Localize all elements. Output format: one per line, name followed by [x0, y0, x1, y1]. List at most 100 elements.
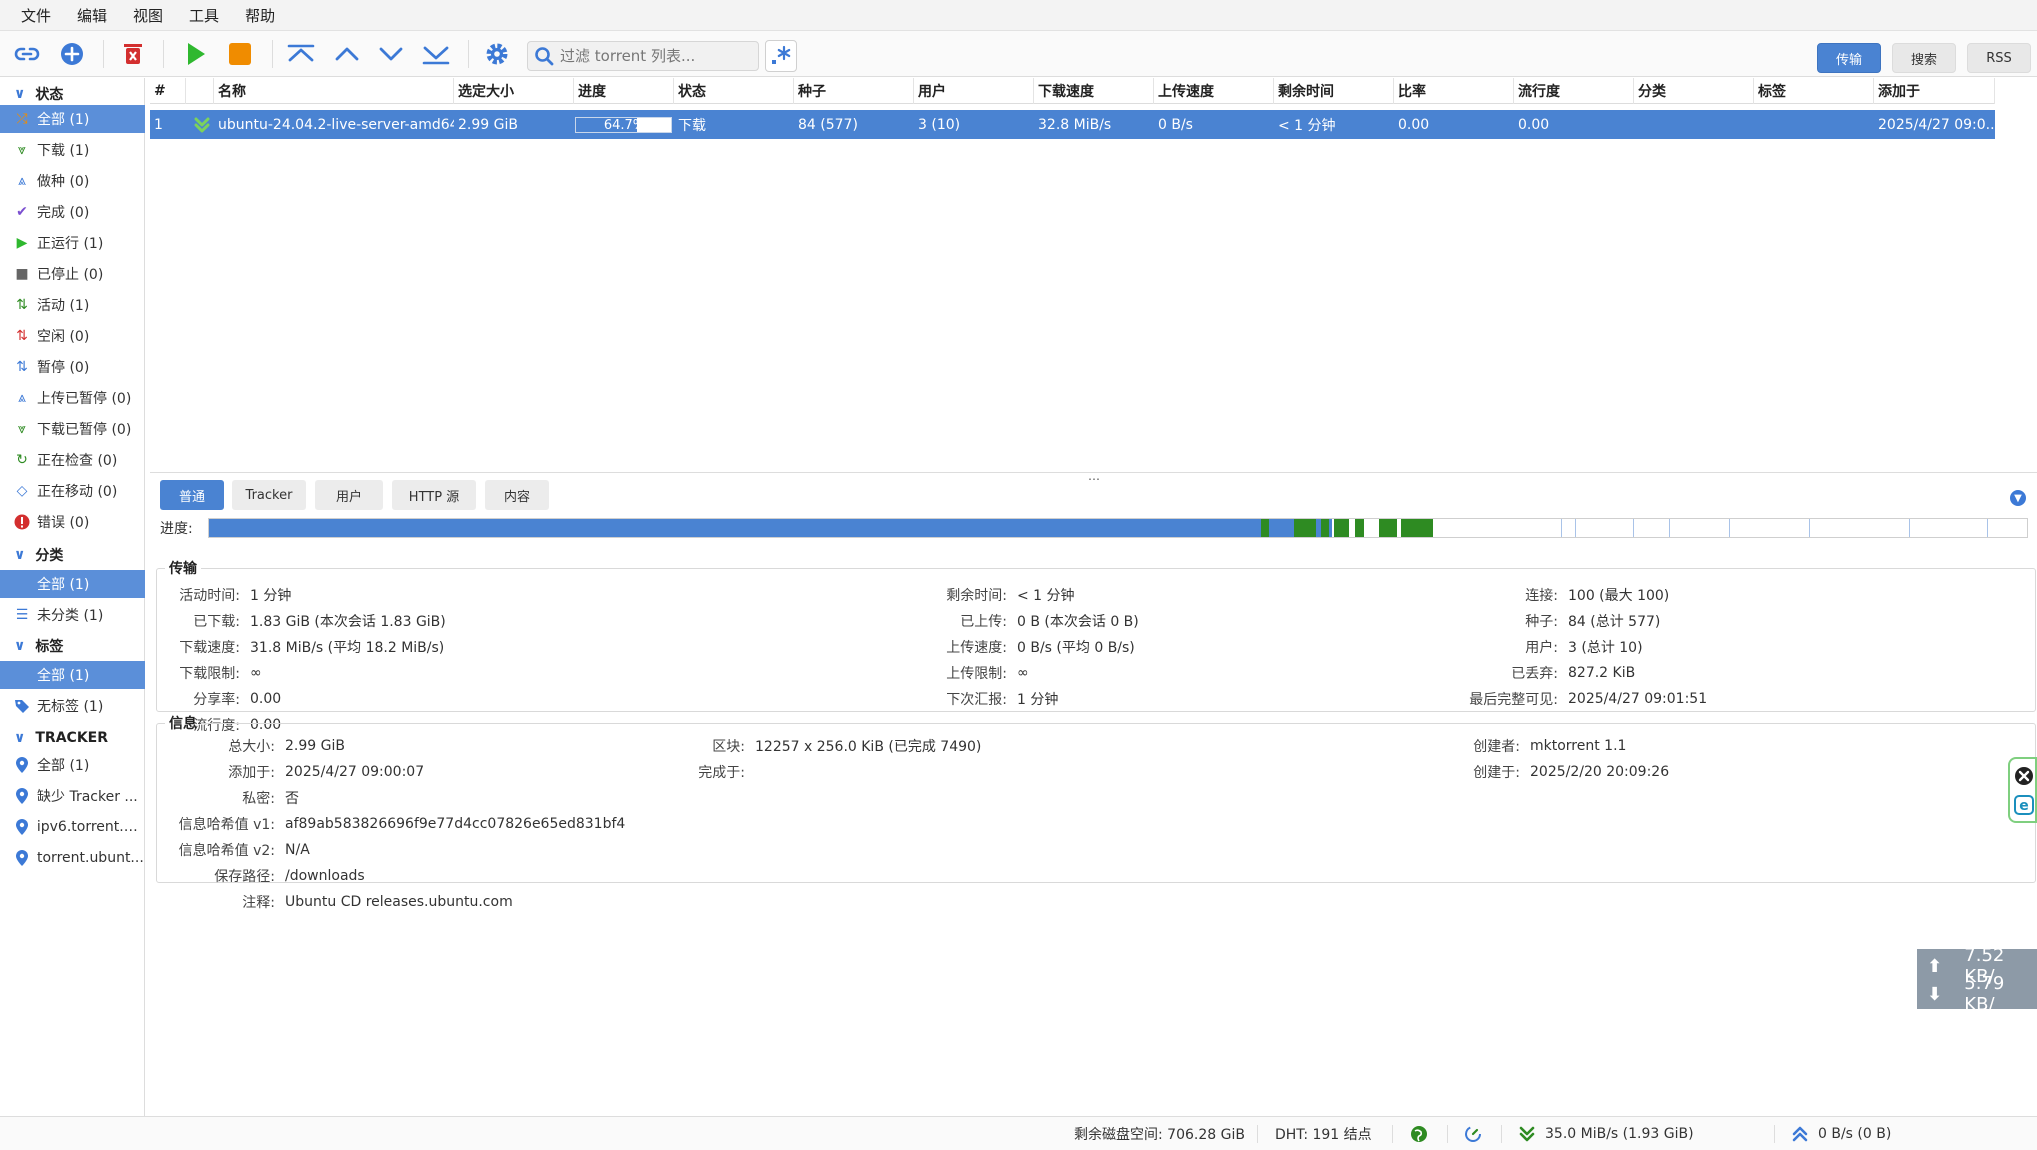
piece-segment: [1809, 519, 1810, 537]
sidebar-category-all[interactable]: 全部 (1): [0, 570, 145, 598]
category-header[interactable]: ∨ 分类: [0, 542, 145, 568]
info-col1-value: N/A: [285, 842, 310, 858]
sidebar-status-download-paused[interactable]: ⩔ 下载已暂停 (0): [0, 415, 145, 443]
col-ratio[interactable]: 比率: [1394, 78, 1514, 104]
info-col1-label: 保存路径:: [214, 869, 275, 885]
downloading-icon: [190, 110, 214, 139]
resume-button[interactable]: [178, 38, 212, 70]
menu-view[interactable]: 视图: [120, 5, 176, 26]
menu-edit[interactable]: 编辑: [64, 5, 120, 26]
col-status[interactable]: 状态: [674, 78, 794, 104]
sidebar-status-stopped[interactable]: ■ 已停止 (0): [0, 260, 145, 288]
sidebar-status-upload-paused[interactable]: ⩓ 上传已暂停 (0): [0, 384, 145, 412]
col-ul-speed[interactable]: 上传速度: [1154, 78, 1274, 104]
add-link-button[interactable]: [10, 38, 44, 70]
col-added[interactable]: 添加于: [1874, 78, 1995, 104]
col-dl-speed[interactable]: 下载速度: [1034, 78, 1154, 104]
close-icon[interactable]: [2014, 766, 2034, 786]
tab-http-sources[interactable]: HTTP 源: [392, 480, 476, 510]
check-icon: ✔: [16, 204, 28, 220]
tab-peers[interactable]: 用户: [315, 480, 383, 510]
stop-square-icon: [229, 43, 251, 65]
col-name[interactable]: 名称: [214, 78, 454, 104]
sidebar-tag-all[interactable]: 全部 (1): [0, 661, 145, 689]
tag-header[interactable]: ∨ 标签: [0, 633, 145, 659]
col-size[interactable]: 选定大小: [454, 78, 574, 104]
sidebar-tracker-ubuntu[interactable]: torrent.ubunt...: [0, 844, 145, 872]
refresh-icon: ↻: [16, 452, 28, 468]
tab-rss[interactable]: RSS: [1967, 43, 2031, 73]
info-col2-value: 12257 x 256.0 KiB (已完成 7490): [755, 739, 982, 755]
col-tags[interactable]: 标签: [1754, 78, 1874, 104]
tracker-header[interactable]: ∨ TRACKER: [0, 725, 145, 751]
status-header[interactable]: ∨ 状态: [0, 81, 145, 107]
add-torrent-button[interactable]: [55, 38, 89, 70]
tab-trackers[interactable]: Tracker: [232, 480, 306, 510]
collapse-panel-button[interactable]: ▼: [2010, 490, 2026, 506]
col-popularity[interactable]: 流行度: [1514, 78, 1634, 104]
transfer-col2-value: 0 B (本次会话 0 B): [1017, 614, 1139, 630]
sidebar-status-errored[interactable]: 错误 (0): [0, 508, 145, 536]
transfer-col3-value: 100 (最大 100): [1568, 588, 1670, 604]
col-seeds[interactable]: 种子: [794, 78, 914, 104]
overlay-download-row: ⬇ 5.79 KB/: [1917, 973, 2037, 1015]
col-eta[interactable]: 剩余时间: [1274, 78, 1394, 104]
tab-content[interactable]: 内容: [485, 480, 549, 510]
menu-help[interactable]: 帮助: [232, 5, 288, 26]
sidebar-status-running[interactable]: ▶ 正运行 (1): [0, 229, 145, 257]
menu-tools[interactable]: 工具: [176, 5, 232, 26]
piece-segment: [209, 519, 1333, 537]
updown-paused-icon: ⇅: [16, 359, 28, 375]
sidebar-tracker-missing[interactable]: 缺少 Tracker ...: [0, 782, 145, 810]
sidebar-status-completed[interactable]: ✔ 完成 (0): [0, 198, 145, 226]
info-col2-label: 完成于:: [698, 765, 745, 781]
download-stats: 35.0 MiB/s (1.93 GiB): [1519, 1117, 1694, 1150]
sidebar-tag-untagged[interactable]: 无标签 (1): [0, 692, 145, 720]
upload-paused-icon: ⩓: [18, 390, 26, 406]
upload-speed-total: 0 B/s (0 B): [1818, 1126, 1892, 1142]
sidebar-status-moving[interactable]: ◇ 正在移动 (0): [0, 477, 145, 505]
floating-widget[interactable]: e: [2008, 757, 2037, 823]
svg-text:e: e: [2019, 798, 2029, 814]
col-peers[interactable]: 用户: [914, 78, 1034, 104]
transfer-col3-label: 已丢弃:: [1511, 666, 1558, 682]
pause-button[interactable]: [223, 38, 257, 70]
move-up-button[interactable]: [330, 38, 364, 70]
move-down-button[interactable]: [374, 38, 408, 70]
move-top-button[interactable]: [284, 38, 318, 70]
tab-search[interactable]: 搜索: [1892, 43, 1956, 73]
sidebar-status-downloading[interactable]: ⩔ 下载 (1): [0, 136, 145, 164]
sidebar-category-uncategorized[interactable]: ☰ 未分类 (1): [0, 601, 145, 629]
sidebar-tracker-all[interactable]: 全部 (1): [0, 751, 145, 779]
connection-status-icon[interactable]: [1410, 1117, 1428, 1150]
sidebar-status-inactive[interactable]: ⇅ 空闲 (0): [0, 322, 145, 350]
sidebar-tracker-ipv6[interactable]: ipv6.torrent.u...: [0, 813, 145, 841]
col-progress[interactable]: 进度: [574, 78, 674, 104]
move-bottom-button[interactable]: [419, 38, 453, 70]
regex-toggle-button[interactable]: [765, 40, 797, 72]
tab-transfers[interactable]: 传输: [1817, 43, 1881, 73]
speed-limit-icon[interactable]: [1464, 1117, 1482, 1150]
sidebar-status-checking[interactable]: ↻ 正在检查 (0): [0, 446, 145, 474]
col-category[interactable]: 分类: [1634, 78, 1754, 104]
transfer-col1-value: 1 分钟: [250, 588, 292, 604]
options-button[interactable]: [480, 38, 514, 70]
torrent-filter-input[interactable]: [560, 47, 750, 65]
table-row[interactable]: 1 ubuntu-24.04.2-live-server-amd64... 2.…: [150, 110, 1995, 139]
sidebar-status-paused[interactable]: ⇅ 暂停 (0): [0, 353, 145, 381]
edge-icon[interactable]: e: [2014, 795, 2034, 815]
col-num[interactable]: #: [150, 78, 186, 104]
sidebar-status-active[interactable]: ⇅ 活动 (1): [0, 291, 145, 319]
piece-segment: [1987, 519, 1988, 537]
sidebar-status-all[interactable]: ⤮ 全部 (1): [0, 105, 145, 133]
sidebar-status-seeding[interactable]: ⩓ 做种 (0): [0, 167, 145, 195]
transfer-col3-label: 连接:: [1525, 588, 1558, 604]
col-state-icon[interactable]: [186, 78, 214, 104]
piece-segment: [1401, 519, 1433, 537]
info-col2-field: 区块: 12257 x 256.0 KiB (已完成 7490): [650, 736, 981, 756]
info-col1-value: /downloads: [285, 868, 365, 884]
menu-file[interactable]: 文件: [8, 5, 64, 26]
tab-general[interactable]: 普通: [160, 480, 224, 510]
arrow-down-icon: ⬇: [1927, 983, 1943, 1005]
delete-button[interactable]: [116, 38, 150, 70]
